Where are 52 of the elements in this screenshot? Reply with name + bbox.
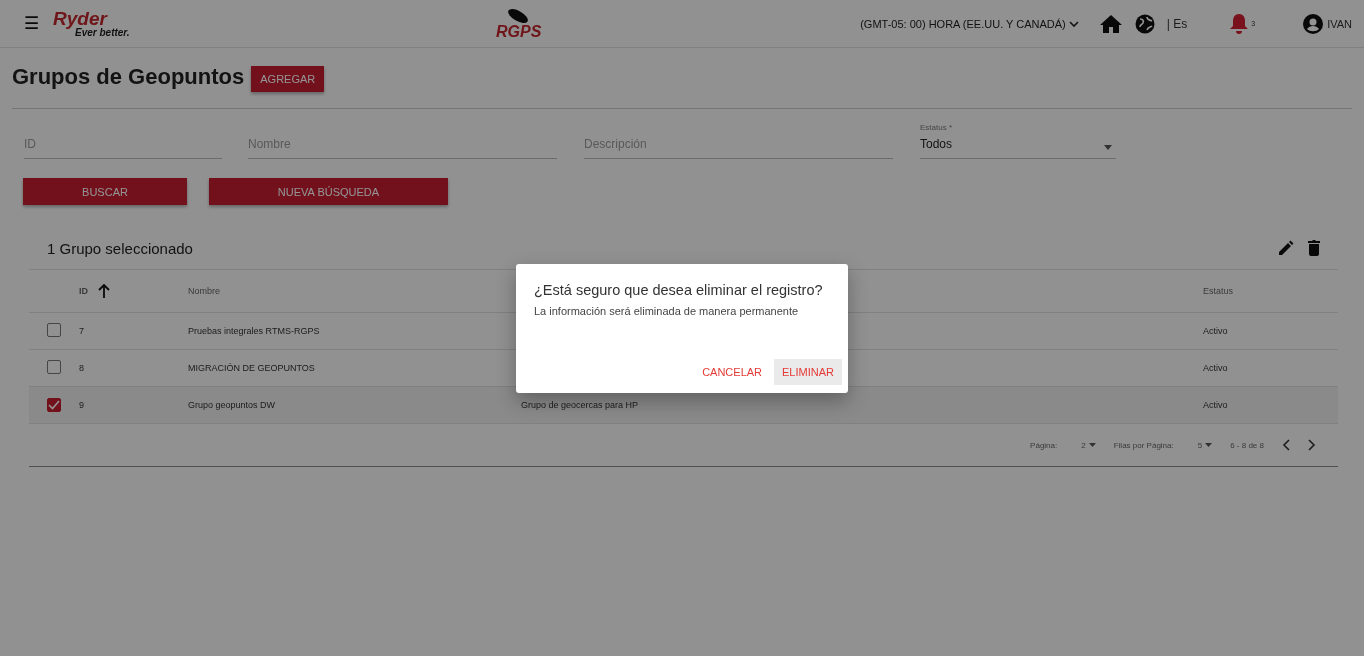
- user-name[interactable]: IVAN: [1327, 17, 1352, 30]
- selection-title: 1 Grupo seleccionado: [47, 239, 193, 257]
- caret-icon: [1088, 443, 1096, 447]
- dialog-button[interactable]: CANCELAR: [694, 358, 771, 385]
- table-cell-text: MIGRACIÓN DE GEOPUNTOS: [188, 363, 316, 373]
- rows-per-page-select[interactable]: 5: [1197, 440, 1213, 450]
- add-button[interactable]: AGREGAR: [251, 66, 325, 92]
- column-header[interactable]: Estatus: [1203, 286, 1338, 296]
- table-cell-text: Activo: [1203, 400, 1229, 410]
- dialog-button[interactable]: ELIMINAR: [774, 358, 842, 385]
- timezone-select[interactable]: (GMT-05: 00) HORA (EE.UU. Y CANADÁ): [860, 17, 1079, 30]
- rgps-logo: RGPS: [496, 8, 542, 40]
- row-checkbox[interactable]: [47, 323, 61, 337]
- status-select[interactable]: Estatus * Todos: [920, 123, 1116, 159]
- home-icon[interactable]: [1098, 13, 1123, 34]
- new-search-button[interactable]: NUEVA BÚSQUEDA: [209, 178, 448, 205]
- sort-ascending-icon[interactable]: [98, 284, 110, 298]
- dialog-title: ¿Está seguro que desea eliminar el registro?: [534, 281, 824, 298]
- page-select[interactable]: 2: [1081, 440, 1096, 450]
- edit-icon[interactable]: [1278, 240, 1294, 256]
- caret-icon: [1104, 145, 1112, 150]
- text-field[interactable]: ID: [24, 137, 222, 159]
- table-cell-text: 7: [79, 326, 85, 336]
- globe-icon[interactable]: [1134, 13, 1155, 34]
- table-cell-text: Activo: [1203, 363, 1229, 373]
- menu-button[interactable]: ☰: [24, 13, 39, 34]
- text-field[interactable]: Descripción: [584, 137, 893, 159]
- table-cell-text: Pruebas integrales RTMS-RGPS: [188, 326, 321, 336]
- caret-icon: [1205, 443, 1213, 447]
- table-cell: Grupo de geocercas para HP: [521, 400, 639, 410]
- bell-icon[interactable]: [1229, 12, 1250, 35]
- delete-icon[interactable]: [1308, 240, 1320, 256]
- column-header[interactable]: ID: [79, 286, 88, 296]
- page-range: 6 - 8 de 8: [1230, 440, 1264, 450]
- row-checkbox[interactable]: [47, 360, 61, 374]
- next-page-icon[interactable]: [1308, 439, 1316, 451]
- rows-per-page-label: Filas por Página:: [1113, 440, 1174, 450]
- language-select[interactable]: | Es: [1166, 16, 1188, 31]
- page-title: Grupos de Geopuntos: [12, 64, 245, 90]
- user-icon[interactable]: [1303, 13, 1324, 34]
- row-checkbox[interactable]: [47, 398, 61, 412]
- ryder-logo: Ryder Ever better.: [53, 9, 130, 38]
- text-field[interactable]: Nombre: [248, 137, 557, 159]
- page-label: Página:: [1030, 440, 1058, 450]
- table-cell-text: 9: [79, 400, 85, 410]
- table-cell-text: Activo: [1203, 326, 1229, 336]
- previous-page-icon[interactable]: [1282, 439, 1290, 451]
- search-button[interactable]: BUSCAR: [23, 178, 187, 205]
- table-cell-text: 8: [79, 363, 85, 373]
- caret-icon: [1068, 19, 1079, 28]
- table-cell-text: Grupo geopuntos DW: [188, 400, 277, 410]
- dialog-message: La información será eliminada de manera permanente: [534, 304, 800, 317]
